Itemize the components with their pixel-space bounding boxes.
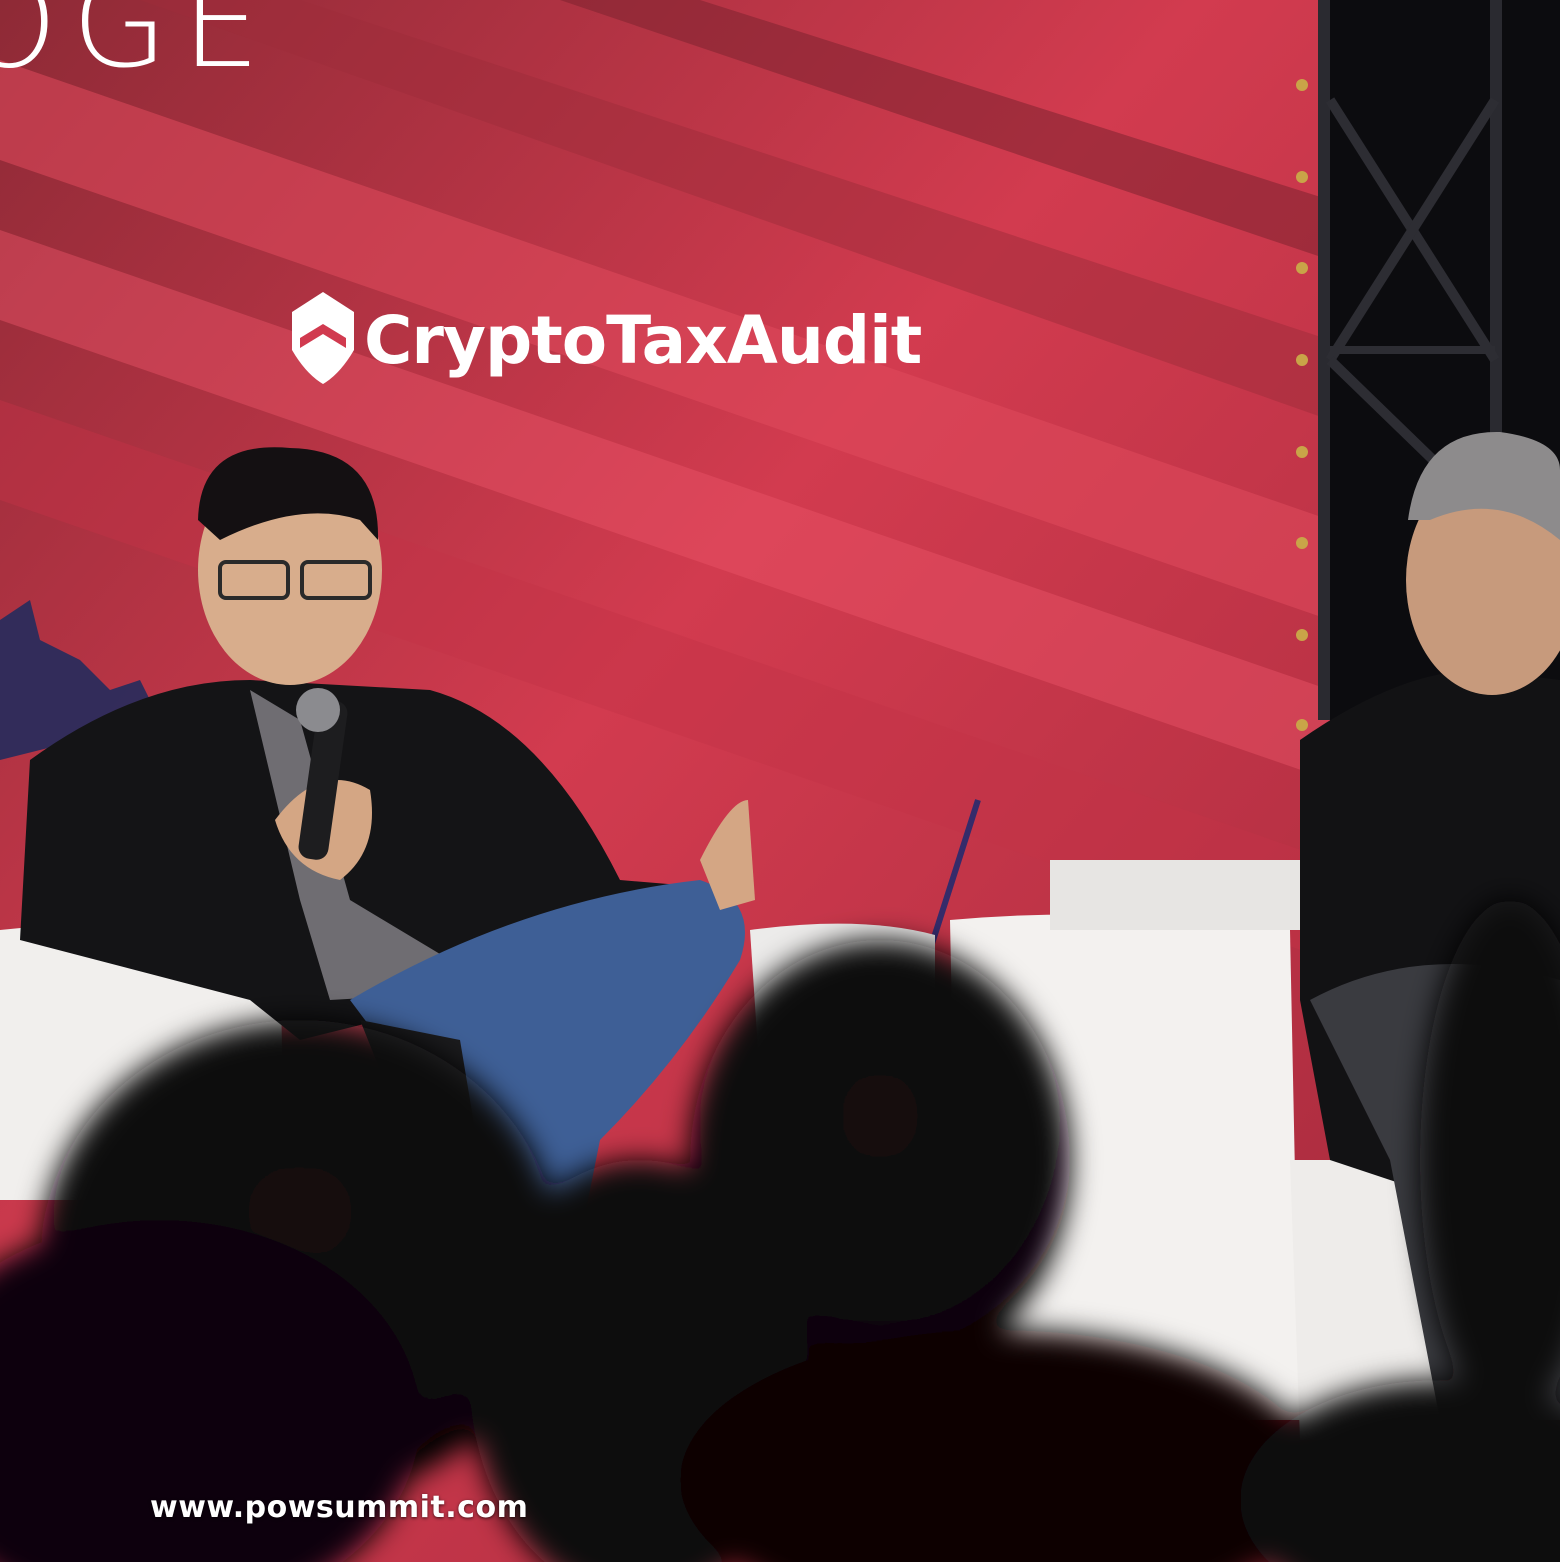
shield-house-icon <box>290 290 356 391</box>
stage-photo <box>0 0 1560 1562</box>
sponsor-logo: CryptoTaxAudit <box>290 290 922 391</box>
backdrop-partial-word: OGE <box>0 0 275 96</box>
watermark-url: www.powsummit.com <box>150 1490 529 1525</box>
photo-scene: OGE CryptoTaxAudit www.powsummit.com <box>0 0 1560 1562</box>
sponsor-name: CryptoTaxAudit <box>364 301 922 379</box>
